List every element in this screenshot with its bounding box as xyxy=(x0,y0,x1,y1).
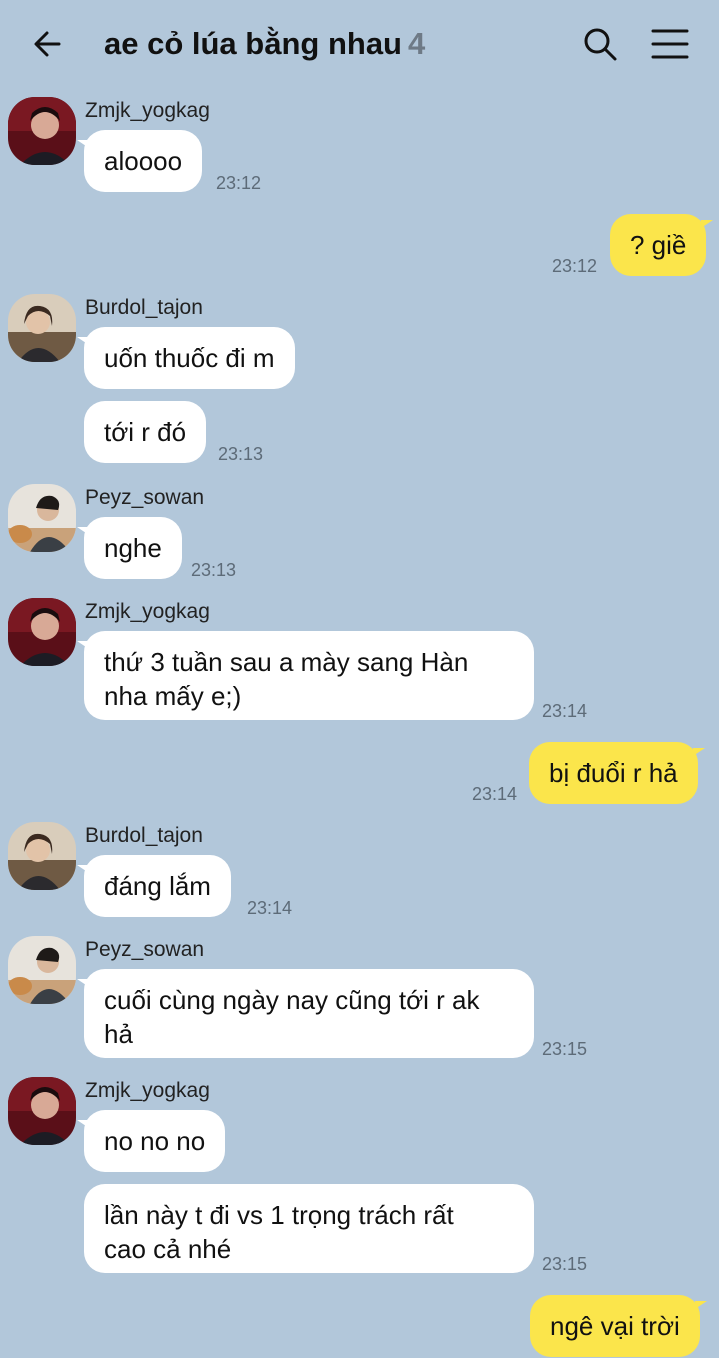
sender-name: Zmjk_yogkag xyxy=(85,600,210,623)
message-bubble[interactable]: tới r đó xyxy=(84,401,207,463)
user-avatar-icon xyxy=(8,97,76,165)
message-bubble[interactable]: thứ 3 tuần sau a mày sang Hàn nha mấy e;… xyxy=(77,631,534,720)
message-time: 23:15 xyxy=(542,1254,588,1274)
user-avatar-icon xyxy=(8,1077,76,1145)
chat-title-text: ae cỏ lúa bằng nhau xyxy=(104,26,402,61)
avatar-zmjk[interactable] xyxy=(8,97,76,165)
hamburger-menu-icon xyxy=(651,29,689,59)
message-bubble[interactable]: nghe xyxy=(77,517,182,579)
message-bubble[interactable]: lần này t đi vs 1 trọng trách rất cao cả… xyxy=(84,1184,534,1273)
back-button[interactable] xyxy=(28,24,68,64)
message-time: 23:12 xyxy=(216,173,262,193)
user-avatar-icon xyxy=(8,822,76,890)
user-avatar-icon xyxy=(8,484,76,552)
message-time: 23:14 xyxy=(247,898,293,918)
my-message-bubble[interactable]: ngê vại trời xyxy=(530,1295,707,1357)
sender-name: Zmjk_yogkag xyxy=(85,1079,210,1102)
message-time: 23:13 xyxy=(218,444,264,464)
avatar-peyz[interactable] xyxy=(8,936,76,1004)
message-time: 23:15 xyxy=(542,1039,588,1059)
user-avatar-icon xyxy=(8,598,76,666)
avatar-burdol[interactable] xyxy=(8,294,76,362)
message-bubble[interactable]: aloooo xyxy=(76,130,203,192)
message-bubble[interactable]: đáng lắm xyxy=(77,855,231,917)
avatar-zmjk[interactable] xyxy=(8,598,76,666)
message-time: 23:14 xyxy=(542,701,588,721)
chat-title: ae cỏ lúa bằng nhau 4 xyxy=(104,26,425,62)
sender-name: Zmjk_yogkag xyxy=(85,99,210,122)
sender-name: Burdol_tajon xyxy=(85,824,203,847)
message-time: 23:12 xyxy=(552,256,598,276)
sender-name: Peyz_sowan xyxy=(85,938,205,961)
message-bubble[interactable]: cuối cùng ngày nay cũng tới r ak hả xyxy=(77,969,534,1058)
my-message-bubble[interactable]: bị đuổi r hả xyxy=(529,742,705,804)
menu-button[interactable] xyxy=(648,22,692,66)
avatar-zmjk[interactable] xyxy=(8,1077,76,1145)
search-icon xyxy=(584,28,617,61)
search-button[interactable] xyxy=(578,22,622,66)
user-avatar-icon xyxy=(8,294,76,362)
message-time: 23:14 xyxy=(472,784,518,804)
sender-name: Peyz_sowan xyxy=(85,486,205,509)
message-time: 23:13 xyxy=(191,560,237,580)
user-avatar-icon xyxy=(8,936,76,1004)
message-bubble[interactable]: no no no xyxy=(76,1110,226,1172)
my-message-bubble[interactable]: ? giề xyxy=(610,214,714,276)
member-count: 4 xyxy=(408,26,426,61)
sender-name: Burdol_tajon xyxy=(85,296,203,319)
arrow-left-icon xyxy=(34,31,61,57)
message-bubble[interactable]: uốn thuốc đi m xyxy=(77,327,295,389)
chat-header: ae cỏ lúa bằng nhau 4 xyxy=(0,0,719,88)
avatar-burdol[interactable] xyxy=(8,822,76,890)
avatar-peyz[interactable] xyxy=(8,484,76,552)
